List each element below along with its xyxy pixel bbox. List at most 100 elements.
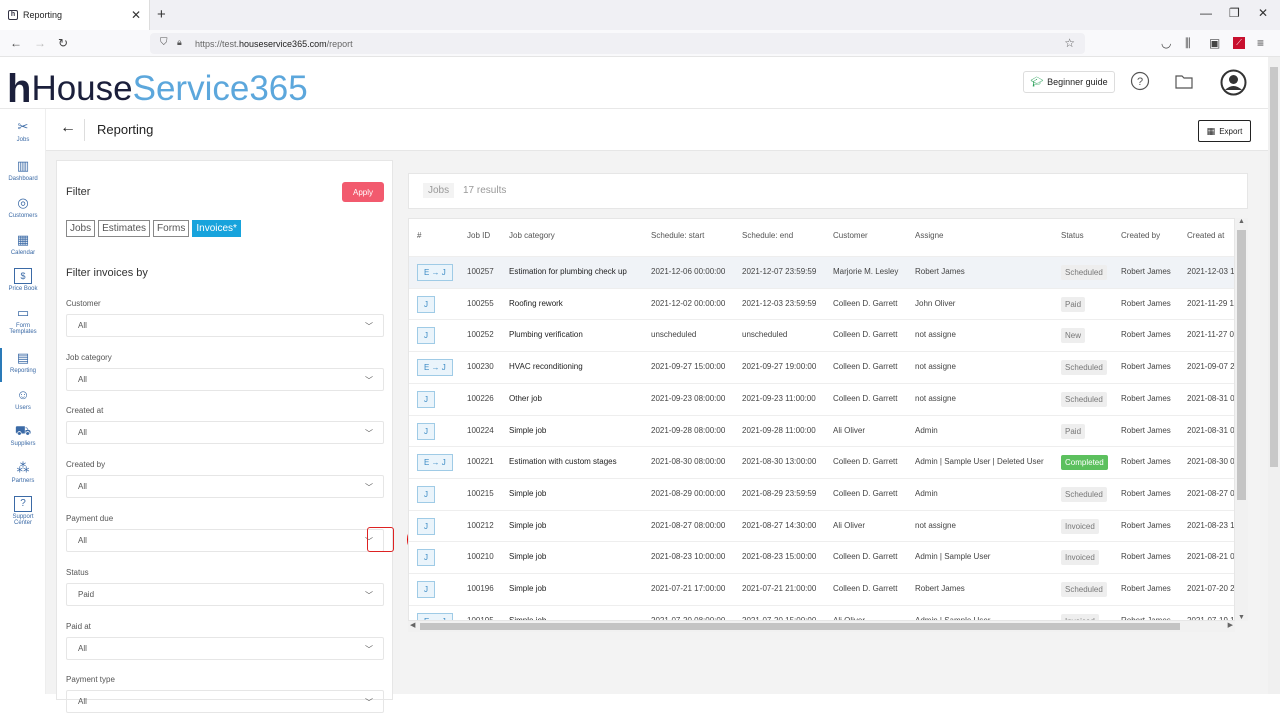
library-icon[interactable]: ⫼ <box>1185 36 1191 51</box>
column-header[interactable]: # <box>417 231 421 240</box>
bookmark-star-icon[interactable]: ☆ <box>1064 36 1075 50</box>
back-arrow-icon[interactable]: ← <box>60 119 76 137</box>
table-row[interactable]: J 100226 Other job 2021-09-23 08:00:00 2021-… <box>409 382 1234 415</box>
table-row[interactable]: J 100252 Plumbing verification unscheduled u… <box>409 319 1234 351</box>
forward-arrow-icon[interactable]: → <box>34 36 46 50</box>
table-row[interactable]: J 100215 Simple job 2021-08-29 00:00:00 2021… <box>409 477 1234 510</box>
column-header[interactable]: Customer <box>833 231 868 240</box>
table-row[interactable]: J 100196 Simple job 2021-07-21 17:00:00 2021… <box>409 573 1234 605</box>
restore-icon[interactable]: ❐ <box>1229 6 1240 20</box>
column-header[interactable]: Schedule: end <box>742 231 793 240</box>
table-row[interactable]: E → J 100221 Estimation with custom stages… <box>409 446 1234 478</box>
table-vertical-scrollbar[interactable]: ▲ ▼ <box>1235 218 1248 621</box>
sidebar-item-price-book[interactable]: $ Price Book <box>0 268 46 292</box>
status-badge: Scheduled <box>1061 265 1107 280</box>
houseservice365-logo[interactable]: hHouseService365 <box>7 65 308 111</box>
column-header[interactable]: Assigne <box>915 231 943 240</box>
scroll-thumb[interactable] <box>1237 230 1246 500</box>
sidebar-item-suppliers[interactable]: ⛟ Suppliers <box>0 423 46 447</box>
results-tab-jobs[interactable]: Jobs <box>423 183 455 198</box>
filter-tab-invoices[interactable]: Invoices* <box>192 220 241 237</box>
sidebar-item-calendar[interactable]: ▦ Calendar <box>0 232 46 256</box>
extension-icon[interactable]: ⟋ <box>1233 37 1245 49</box>
column-header[interactable]: Job category <box>509 231 555 240</box>
status-badge: Scheduled <box>1061 582 1107 597</box>
column-header[interactable]: Job ID <box>467 231 490 240</box>
job-type-badge[interactable]: J <box>417 549 435 567</box>
folder-icon[interactable] <box>1174 71 1194 91</box>
sidebar-item-support-center[interactable]: ? Support Center <box>0 496 46 526</box>
export-label: Export <box>1219 126 1243 136</box>
job-type-badge[interactable]: J <box>417 517 435 535</box>
scroll-up-icon[interactable]: ▲ <box>1238 218 1245 225</box>
customer-cell: Colleen D. Garrett <box>833 298 898 308</box>
created-at-select[interactable]: All ﹀ <box>66 421 384 444</box>
sidebar-item-customers[interactable]: ◎ Customers <box>0 195 46 219</box>
table-row[interactable]: J 100210 Simple job 2021-08-23 10:00:00 2021… <box>409 541 1234 573</box>
sidebar-item-reporting[interactable]: ▤ Reporting <box>0 348 46 382</box>
payment-type-select[interactable]: All ﹀ <box>66 690 384 713</box>
table-row[interactable]: E → J 100257 Estimation for plumbing check… <box>409 256 1234 288</box>
beginner-guide-button[interactable]: 🎓︎ Beginner guide <box>1023 71 1115 93</box>
job-type-badge[interactable]: E → J <box>417 612 453 620</box>
scroll-left-icon[interactable]: ◀ <box>410 621 415 629</box>
export-button[interactable]: ▦ Export <box>1198 120 1251 142</box>
job-type-badge[interactable]: E → J <box>417 264 453 281</box>
filter-tab-estimates[interactable]: Estimates <box>98 220 151 237</box>
customer-select[interactable]: All ﹀ <box>66 314 384 337</box>
sidebar-item-dashboard[interactable]: ▥ Dashboard <box>0 158 46 182</box>
status-select[interactable]: Paid ﹀ <box>66 583 384 606</box>
job-category-select[interactable]: All ﹀ <box>66 368 384 391</box>
table-row[interactable]: E → J100195Simple job2021-07-20 08:00:00… <box>409 604 1234 620</box>
minimize-icon[interactable]: — <box>1200 6 1212 20</box>
scroll-thumb[interactable] <box>420 623 1180 630</box>
scroll-right-icon[interactable]: ▶ <box>1228 621 1233 629</box>
url-bar[interactable]: ⛉ 🔒︎ https://test. houseservice365.com/re… <box>150 33 1085 54</box>
column-header[interactable]: Created by <box>1121 231 1160 240</box>
sidebar-toggle-icon[interactable]: ▣ <box>1209 36 1220 50</box>
table-horizontal-scrollbar[interactable]: ◀ ▶ <box>408 621 1235 632</box>
assignee-cell: Robert James <box>915 584 965 593</box>
filter-tab-jobs[interactable]: Jobs <box>66 220 96 237</box>
table-row[interactable]: J 100212 Simple job 2021-08-27 08:00:00 2021… <box>409 509 1234 542</box>
user-avatar-icon[interactable] <box>1220 69 1247 96</box>
browser-tab[interactable]: h Reporting ✕ <box>0 0 150 30</box>
table-row[interactable]: J 100224 Simple job 2021-09-28 08:00:00 2021… <box>409 414 1234 447</box>
scroll-down-icon[interactable]: ▼ <box>1238 614 1245 621</box>
job-type-badge[interactable]: E → J <box>417 359 453 377</box>
window-close-icon[interactable]: ✕ <box>1258 6 1268 20</box>
sidebar-item-users[interactable]: ☺ Users <box>0 387 46 411</box>
sidebar-item-partners[interactable]: ⁂ Partners <box>0 460 46 484</box>
filter-tab-forms[interactable]: Forms <box>153 220 190 237</box>
job-type-badge[interactable]: J <box>417 390 435 408</box>
job-type-badge[interactable]: J <box>417 485 435 503</box>
job-type-badge[interactable]: J <box>417 327 435 345</box>
sidebar-item-jobs[interactable]: ✂ Jobs <box>0 119 46 143</box>
job-type-badge[interactable]: E → J <box>417 454 453 472</box>
payment-due-select[interactable]: All ﹀ <box>66 529 384 552</box>
payment-due-highlight[interactable] <box>367 527 394 552</box>
job-type-badge[interactable]: J <box>417 422 435 440</box>
column-header[interactable]: Created at <box>1187 231 1224 240</box>
table-row[interactable]: E → J 100230 HVAC reconditioning 2021-09-27… <box>409 351 1234 383</box>
status-badge: Scheduled <box>1061 360 1107 376</box>
reload-icon[interactable]: ↻ <box>58 36 68 50</box>
schedule-end-cell: 2021-08-27 14:30:00 <box>742 520 817 530</box>
sidebar-item-form-templates[interactable]: ▭ Form Templates <box>0 305 46 335</box>
new-tab-icon[interactable]: + <box>157 6 166 23</box>
table-row[interactable]: J 100255 Roofing rework 2021-12-02 00:00:00… <box>409 287 1234 320</box>
paid-at-select[interactable]: All ﹀ <box>66 637 384 660</box>
column-header[interactable]: Schedule: start <box>651 231 704 240</box>
tab-close-icon[interactable]: ✕ <box>131 8 141 22</box>
apply-button[interactable]: Apply <box>342 182 384 202</box>
created-by-select[interactable]: All ﹀ <box>66 475 384 498</box>
pocket-icon[interactable]: ◡ <box>1161 36 1171 50</box>
job-type-badge[interactable]: J <box>417 295 435 313</box>
menu-icon[interactable]: ≡ <box>1257 36 1264 50</box>
help-circle-icon[interactable]: ? <box>1130 71 1150 91</box>
job-type-badge[interactable]: J <box>417 581 435 598</box>
column-header[interactable]: Status <box>1061 231 1084 240</box>
scroll-thumb[interactable] <box>1270 67 1278 467</box>
back-arrow-icon[interactable]: ← <box>10 36 22 50</box>
page-scrollbar[interactable] <box>1268 57 1280 694</box>
